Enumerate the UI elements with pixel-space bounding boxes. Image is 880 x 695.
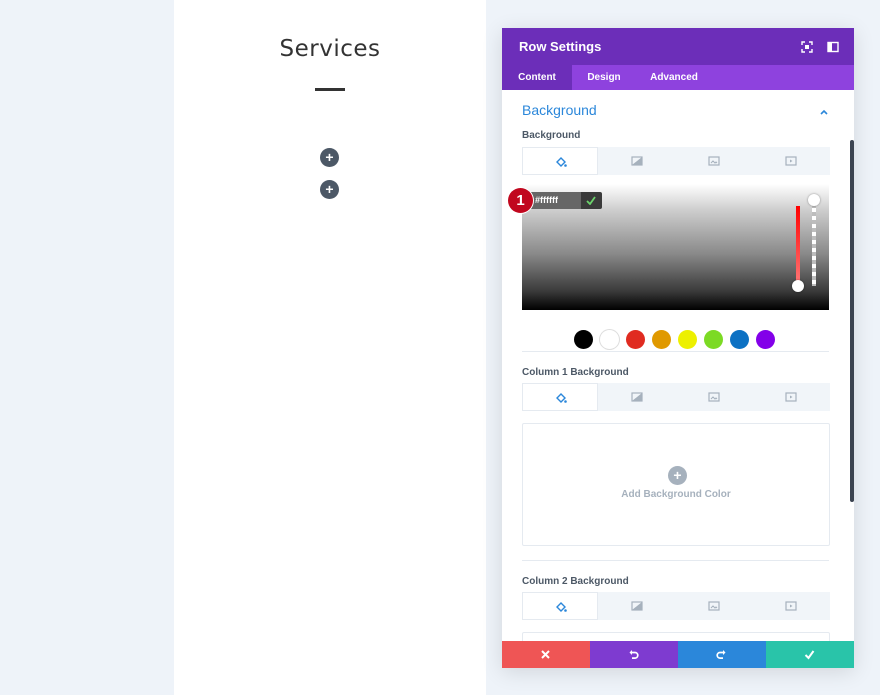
swatch-black[interactable] [574,330,593,349]
bg-tab-image[interactable] [676,147,752,175]
video-icon [785,392,797,402]
col1-bg-tab-video[interactable] [753,383,829,411]
color-fill-icon [556,602,567,612]
swatch-red[interactable] [626,330,645,349]
undo-button[interactable] [590,641,678,668]
col1-bg-tab-color[interactable] [522,383,598,411]
redo-button[interactable] [678,641,766,668]
background-section-title[interactable]: Background [522,102,597,118]
column-2-background-preview[interactable] [522,632,830,641]
add-icon[interactable]: + [668,466,687,485]
step-number-badge: 1 [508,188,533,213]
image-icon [708,392,720,402]
add-background-color-label[interactable]: Add Background Color [523,489,829,500]
cancel-button[interactable] [502,641,590,668]
hex-color-input[interactable]: #ffffff [529,192,581,209]
save-button[interactable] [766,641,854,668]
redo-icon [716,650,726,659]
settings-tabs: Content Design Advanced [502,65,854,90]
bg-tab-color[interactable] [522,147,598,175]
swatch-yellow[interactable] [678,330,697,349]
video-icon [785,601,797,611]
column-1-background-label: Column 1 Background [522,367,629,378]
tab-advanced[interactable]: Advanced [642,65,706,90]
col2-bg-tab-video[interactable] [753,592,829,620]
modal-body: Background Background #ffffff 1 Column 1… [502,90,854,641]
divider [522,560,829,561]
check-icon [804,650,815,660]
split-view-icon[interactable] [827,40,839,53]
image-icon [708,156,720,166]
hex-confirm-button[interactable] [581,192,602,209]
page-canvas-column: Services + + [174,0,486,695]
gradient-icon [631,392,643,402]
page-title: Services [279,36,381,62]
color-picker-area[interactable]: #ffffff [522,184,829,310]
column-1-background-preview[interactable]: + Add Background Color [522,423,830,546]
swatch-green[interactable] [704,330,723,349]
hue-slider[interactable] [796,206,800,286]
add-module-button[interactable]: + [320,148,339,167]
tab-content[interactable]: Content [502,65,572,90]
image-icon [708,601,720,611]
col2-bg-tab-color[interactable] [522,592,598,620]
chevron-up-icon[interactable] [819,104,829,115]
title-divider [315,88,345,91]
opacity-slider[interactable] [812,200,816,286]
column-1-background-type-tabs [522,383,830,411]
modal-footer [502,641,854,668]
column-2-background-type-tabs [522,592,830,620]
col1-bg-tab-image[interactable] [676,383,752,411]
video-icon [785,156,797,166]
col2-bg-tab-image[interactable] [676,592,752,620]
background-label: Background [522,130,581,141]
color-fill-icon [556,393,567,403]
row-settings-modal: Row Settings Content Design Advanced Bac… [502,28,854,668]
close-icon [541,650,550,659]
tab-design[interactable]: Design [578,65,630,90]
modal-scrollbar[interactable] [850,140,854,502]
color-fill-icon [556,157,567,167]
col1-bg-tab-gradient[interactable] [599,383,675,411]
gradient-icon [631,601,643,611]
bg-tab-video[interactable] [753,147,829,175]
opacity-slider-handle[interactable] [808,194,820,206]
swatch-white[interactable] [600,330,619,349]
check-icon [586,196,596,205]
swatch-blue[interactable] [730,330,749,349]
background-type-tabs [522,147,830,175]
fullscreen-icon[interactable] [801,40,813,53]
swatch-orange[interactable] [652,330,671,349]
column-2-background-label: Column 2 Background [522,576,629,587]
hue-slider-handle[interactable] [792,280,804,292]
modal-header: Row Settings [502,28,854,65]
swatch-purple[interactable] [756,330,775,349]
gradient-icon [631,156,643,166]
add-row-button[interactable]: + [320,180,339,199]
modal-title: Row Settings [519,39,602,54]
col2-bg-tab-gradient[interactable] [599,592,675,620]
undo-icon [629,650,639,659]
divider [522,351,829,352]
bg-tab-gradient[interactable] [599,147,675,175]
